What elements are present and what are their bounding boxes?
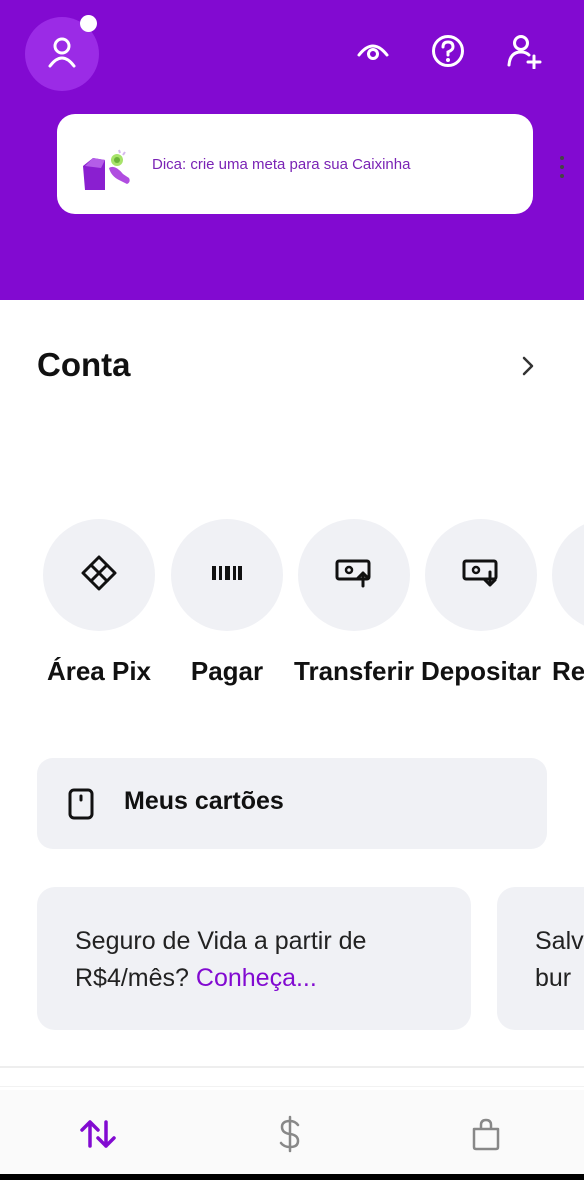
divider xyxy=(0,1066,584,1068)
promo-card-next[interactable]: Salv bur xyxy=(497,887,584,1030)
eye-button[interactable] xyxy=(354,34,392,72)
deposit-icon xyxy=(462,558,500,593)
divider xyxy=(0,1086,584,1087)
action-deposit[interactable]: Depositar xyxy=(421,519,541,686)
header: Dica: crie uma meta para sua Caixinha xyxy=(0,0,584,300)
balance-hidden xyxy=(75,400,225,470)
action-pay[interactable]: Pagar xyxy=(171,519,283,686)
my-cards-button[interactable]: Meus cartões xyxy=(37,758,547,849)
action-pay-circle xyxy=(171,519,283,631)
action-pix[interactable]: Área Pix xyxy=(43,519,155,686)
notification-dot xyxy=(80,15,97,32)
app-screen: Dica: crie uma meta para sua Caixinha Co… xyxy=(0,0,584,1180)
shopping-bag-icon xyxy=(470,1117,502,1156)
account-title[interactable]: Conta xyxy=(37,346,131,384)
help-button[interactable] xyxy=(429,34,467,72)
more-options-icon[interactable] xyxy=(555,154,569,180)
action-pay-label: Pagar xyxy=(190,656,264,686)
action-deposit-circle xyxy=(425,519,537,631)
chevron-right-icon[interactable] xyxy=(514,352,542,380)
pix-icon xyxy=(80,554,118,597)
add-person-icon xyxy=(506,33,542,74)
barcode-icon xyxy=(211,565,243,586)
action-more[interactable]: Re xyxy=(552,519,584,686)
action-deposit-label: Depositar xyxy=(421,656,541,686)
transfer-icon xyxy=(335,558,373,593)
promo-card[interactable]: Seguro de Vida a partir de R$4/mês? Conh… xyxy=(37,887,471,1030)
action-more-circle xyxy=(552,519,584,631)
eye-icon xyxy=(356,40,390,67)
action-transfer[interactable]: Transferir xyxy=(294,519,414,686)
profile-icon xyxy=(47,36,77,73)
tip-text: Dica: crie uma meta para sua Caixinha xyxy=(152,156,411,173)
transactions-icon xyxy=(78,1118,118,1155)
nav-money[interactable] xyxy=(268,1114,312,1158)
card-icon xyxy=(68,788,94,825)
action-transfer-circle xyxy=(298,519,410,631)
promo-link[interactable]: Conheça... xyxy=(196,964,317,992)
action-pix-circle xyxy=(43,519,155,631)
nav-shopping[interactable] xyxy=(464,1114,508,1158)
nav-transactions[interactable] xyxy=(76,1114,120,1158)
bottom-nav xyxy=(0,1090,584,1174)
piggy-bank-icon xyxy=(79,148,135,194)
add-person-button[interactable] xyxy=(505,34,543,72)
my-cards-label: Meus cartões xyxy=(124,787,284,815)
action-more-label: Re xyxy=(552,656,584,686)
dollar-icon xyxy=(277,1115,303,1158)
promo-text: Seguro de Vida a partir de R$4/mês? Conh… xyxy=(75,923,405,997)
action-pix-label: Área Pix xyxy=(46,656,152,686)
tip-card[interactable]: Dica: crie uma meta para sua Caixinha xyxy=(57,114,564,214)
help-icon xyxy=(431,34,465,73)
system-bar xyxy=(0,1174,584,1180)
action-transfer-label: Transferir xyxy=(294,656,414,686)
promo-next-text: Salv bur xyxy=(535,927,584,992)
